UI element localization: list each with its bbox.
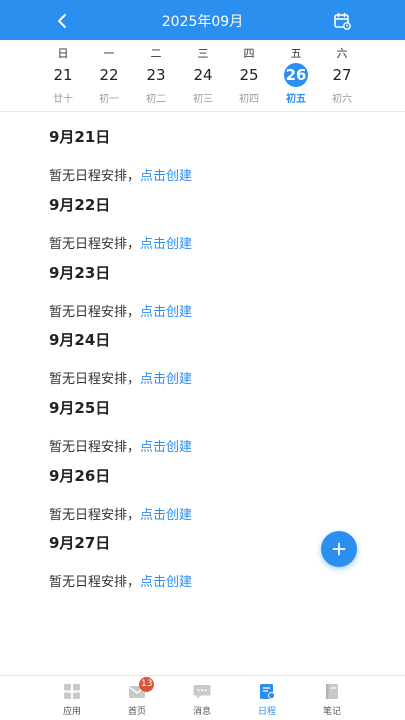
day-cell-23[interactable]: 二 23 初二 [133, 40, 179, 112]
empty-message: 暂无日程安排， [49, 575, 141, 590]
top-bar: 2025年09月 [0, 0, 405, 40]
tab-label: 首页 [127, 707, 146, 717]
create-link[interactable]: 点击创建 [140, 305, 192, 320]
notebook-icon [326, 684, 338, 699]
day-cell-27[interactable]: 六 27 初六 [319, 40, 365, 112]
empty-schedule-text: 暂无日程安排，点击创建 [49, 165, 192, 184]
schedule-icon [260, 684, 275, 699]
day-cell-21[interactable]: 日 21 廿十 [40, 40, 86, 112]
tab-label: 日程 [257, 707, 276, 717]
date-heading: 9月27日 [49, 534, 111, 552]
plus-icon [332, 542, 346, 556]
calendar-button[interactable] [332, 11, 352, 31]
add-schedule-button[interactable] [321, 531, 357, 567]
empty-message: 暂无日程安排， [49, 508, 141, 523]
date-heading: 9月24日 [49, 331, 111, 349]
day-number: 24 [193, 66, 213, 84]
unread-count-badge: 13 [139, 677, 155, 692]
create-link[interactable]: 点击创建 [140, 575, 192, 590]
schedule-list[interactable]: 9月21日 暂无日程安排，点击创建 9月22日 暂无日程安排，点击创建 9月23… [0, 113, 405, 675]
selected-day-number: 26 [284, 63, 308, 87]
date-heading: 9月23日 [49, 264, 111, 282]
weekday-label: 五 [290, 47, 302, 60]
day-number: 22 [99, 66, 119, 84]
tab-label: 笔记 [322, 707, 341, 717]
empty-message: 暂无日程安排， [49, 305, 141, 320]
empty-schedule-text: 暂无日程安排，点击创建 [49, 301, 192, 320]
tab-label: 应用 [62, 707, 81, 717]
empty-message: 暂无日程安排， [49, 372, 141, 387]
empty-schedule-text: 暂无日程安排，点击创建 [49, 436, 192, 455]
lunar-date: 初二 [146, 94, 166, 105]
empty-schedule-text: 暂无日程安排，点击创建 [49, 571, 192, 590]
date-heading: 9月22日 [49, 196, 111, 214]
day-number: 25 [239, 66, 259, 84]
day-cell-24[interactable]: 三 24 初三 [180, 40, 226, 112]
tab-apps[interactable]: 应用 [42, 676, 102, 720]
week-strip: 日 21 廿十 一 22 初一 二 23 初二 三 24 初三 四 25 初四 … [0, 40, 405, 112]
day-cell-22[interactable]: 一 22 初一 [86, 40, 132, 112]
create-link[interactable]: 点击创建 [140, 508, 192, 523]
date-heading: 9月26日 [49, 467, 111, 485]
empty-message: 暂无日程安排， [49, 237, 141, 252]
weekday-label: 六 [336, 47, 348, 60]
create-link[interactable]: 点击创建 [140, 440, 192, 455]
weekday-label: 一 [103, 47, 115, 60]
create-link[interactable]: 点击创建 [140, 372, 192, 387]
tab-messages[interactable]: 消息 [172, 676, 232, 720]
weekday-label: 二 [150, 47, 162, 60]
lunar-date: 初三 [193, 94, 213, 105]
empty-schedule-text: 暂无日程安排，点击创建 [49, 504, 192, 523]
weekday-label: 三 [197, 47, 209, 60]
tab-schedule[interactable]: 日程 [237, 676, 297, 720]
create-link[interactable]: 点击创建 [140, 169, 192, 184]
day-number: 27 [332, 66, 352, 84]
empty-message: 暂无日程安排， [49, 440, 141, 455]
day-number: 23 [146, 66, 166, 84]
lunar-date: 初四 [239, 94, 259, 105]
bottom-tab-bar: 应用 13 首页 消息 日程 笔记 [0, 675, 405, 720]
tab-label: 消息 [192, 707, 211, 717]
lunar-date: 初六 [332, 94, 352, 105]
day-cell-25[interactable]: 四 25 初四 [226, 40, 272, 112]
lunar-date: 初五 [286, 94, 306, 105]
lunar-date: 初一 [99, 94, 119, 105]
lunar-date: 廿十 [53, 94, 73, 105]
day-number: 21 [53, 66, 73, 84]
empty-schedule-text: 暂无日程安排，点击创建 [49, 233, 192, 252]
empty-schedule-text: 暂无日程安排，点击创建 [49, 368, 192, 387]
apps-icon [64, 684, 80, 699]
date-heading: 9月21日 [49, 128, 111, 146]
tab-notes[interactable]: 笔记 [302, 676, 362, 720]
message-icon [193, 685, 211, 699]
tab-home[interactable]: 13 首页 [107, 676, 167, 720]
calendar-icon [334, 12, 351, 30]
weekday-label: 日 [57, 47, 69, 60]
empty-message: 暂无日程安排， [49, 169, 141, 184]
create-link[interactable]: 点击创建 [140, 237, 192, 252]
day-cell-26[interactable]: 五 26 初五 [273, 40, 319, 112]
date-heading: 9月25日 [49, 399, 111, 417]
weekday-label: 四 [243, 47, 255, 60]
